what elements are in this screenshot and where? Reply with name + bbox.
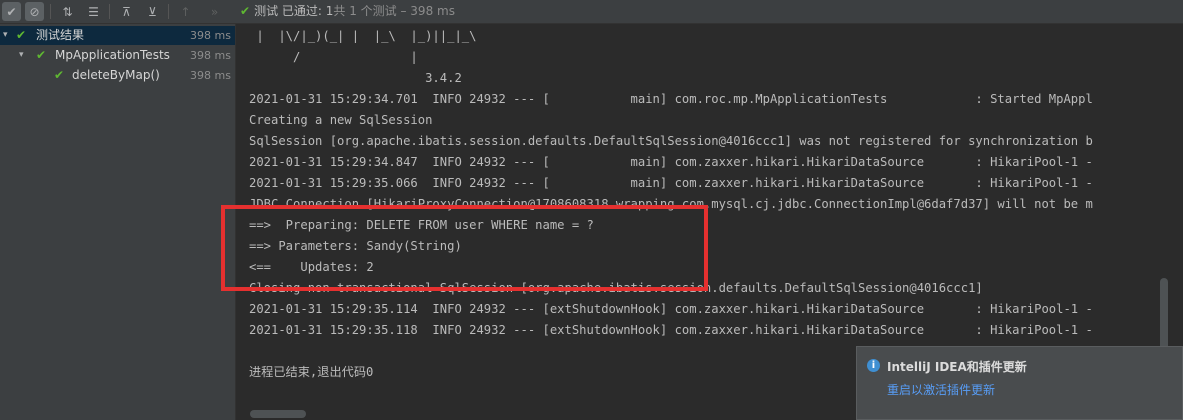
console-line: 2021-01-31 15:29:34.847 INFO 24932 --- [… (249, 155, 1093, 169)
status-summary: 共 1 个测试 – 398 ms (333, 4, 455, 18)
annotation-highlight-box (221, 205, 708, 291)
tree-item-time: 398 ms (190, 29, 231, 42)
console-line: | |\/|_)(_| | |_\ |_)||_|_\ (249, 29, 477, 43)
console-line: 2021-01-31 15:29:35.118 INFO 24932 --- [… (249, 323, 1093, 337)
chevron-down-icon[interactable]: ▾ (3, 26, 8, 45)
more-icon[interactable]: » (205, 2, 224, 21)
tree-item-mpapplicationtests[interactable]: ▾ ✔ MpApplicationTests 398 ms (0, 46, 235, 65)
test-toolbar: ✔ ⊘ ⇅ ☰ ⊼ ⊻ ↑ » ✔ 测试 已通过: 1共 1 个测试 – 398 … (0, 0, 1183, 24)
chevron-down-icon[interactable]: ▾ (19, 46, 24, 65)
vertical-scrollbar[interactable] (1160, 278, 1168, 350)
passed-check-icon: ✔ (54, 68, 65, 82)
show-passed-icon[interactable]: ✔ (2, 2, 21, 21)
tree-item-deletebymap[interactable]: ✔ deleteByMap() 398 ms (0, 66, 235, 85)
status-prefix: 测试 (254, 4, 279, 18)
test-status: ✔ 测试 已通过: 1共 1 个测试 – 398 ms (240, 0, 455, 23)
previous-failed-icon[interactable]: ↑ (176, 2, 195, 21)
collapse-all-icon[interactable]: ⊻ (143, 2, 162, 21)
expand-all-icon[interactable]: ⊼ (117, 2, 136, 21)
notification-title: IntelliJ IDEA和插件更新 (887, 360, 1027, 374)
update-notification: i IntelliJ IDEA和插件更新 重启以激活插件更新 (856, 346, 1183, 420)
horizontal-scrollbar[interactable] (250, 410, 306, 418)
console-line: Creating a new SqlSession (249, 113, 433, 127)
console-line: / | (249, 50, 418, 64)
console-line: 2021-01-31 15:29:35.114 INFO 24932 --- [… (249, 302, 1093, 316)
console-line: SqlSession [org.apache.ibatis.session.de… (249, 134, 1093, 148)
tree-item-time: 398 ms (190, 49, 231, 62)
tree-item-test-results[interactable]: ▾ ✔ 测试结果 398 ms (0, 26, 235, 45)
passed-check-icon: ✔ (16, 28, 27, 42)
test-results-tree: ▾ ✔ 测试结果 398 ms ▾ ✔ MpApplicationTests 3… (0, 24, 235, 420)
status-passed: 已通过: 1 (281, 4, 334, 18)
sort-alphabetically-icon[interactable]: ⇅ (58, 2, 77, 21)
tree-item-label: 测试结果 (36, 28, 85, 42)
passed-check-icon: ✔ (36, 48, 47, 62)
show-ignored-icon[interactable]: ⊘ (25, 2, 44, 21)
toolbar-separator (50, 4, 51, 19)
console-line: 3.4.2 (249, 71, 462, 85)
tree-item-label: deleteByMap() (72, 68, 160, 82)
tree-item-time: 398 ms (190, 69, 231, 82)
info-icon: i (867, 359, 880, 372)
toolbar-separator (168, 4, 169, 19)
console-line: 2021-01-31 15:29:34.701 INFO 24932 --- [… (249, 92, 1093, 106)
passed-check-icon: ✔ (240, 4, 251, 18)
toolbar-separator (109, 4, 110, 19)
console-line: 进程已结束,退出代码0 (249, 365, 374, 379)
sort-by-duration-icon[interactable]: ☰ (84, 2, 103, 21)
tree-item-label: MpApplicationTests (55, 48, 170, 62)
console-line: 2021-01-31 15:29:35.066 INFO 24932 --- [… (249, 176, 1093, 190)
restart-plugins-link[interactable]: 重启以激活插件更新 (887, 381, 995, 398)
